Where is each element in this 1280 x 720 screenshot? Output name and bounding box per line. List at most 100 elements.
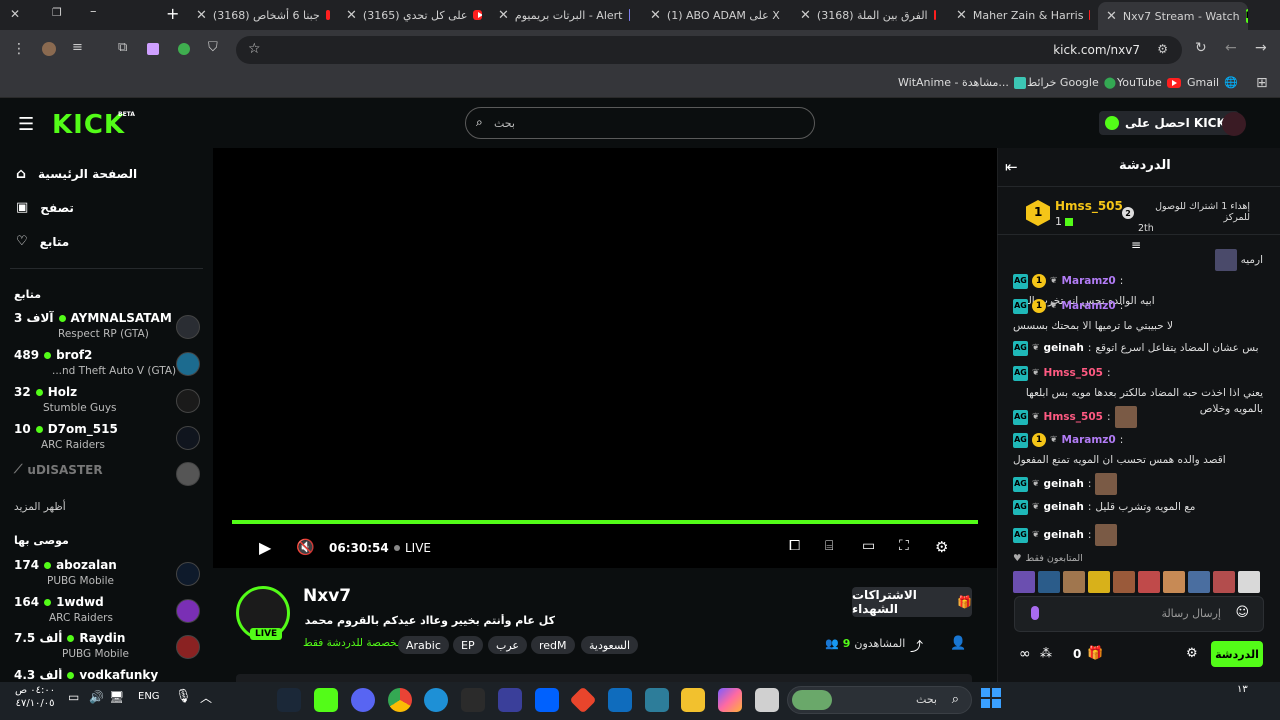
tag[interactable]: السعودية bbox=[581, 636, 639, 654]
windows-start-icon[interactable] bbox=[981, 688, 1001, 708]
sidebar-item-home[interactable]: ⌂ الصفحة الرئيسية bbox=[16, 166, 137, 182]
volume-icon[interactable]: 🔊 bbox=[89, 690, 104, 704]
bookmark-gmail[interactable]: Gmail 🌐 bbox=[1187, 76, 1238, 89]
kick-logo[interactable]: KICK bbox=[52, 110, 125, 140]
close-tab-icon[interactable]: ✕ bbox=[498, 8, 509, 23]
close-tab-icon[interactable]: ✕ bbox=[956, 8, 967, 23]
dropbox-icon[interactable] bbox=[535, 688, 559, 712]
chat-send-button[interactable]: الدردشة bbox=[1211, 641, 1263, 667]
mic-icon[interactable] bbox=[1031, 606, 1039, 620]
avatar[interactable] bbox=[42, 42, 56, 56]
chat-settings-icon[interactable]: ⚙ bbox=[1186, 646, 1198, 661]
channel-item[interactable]: 32 Holz Stumble Guys bbox=[14, 385, 200, 419]
user-avatar[interactable] bbox=[1222, 112, 1246, 136]
tab-6[interactable]: ✕ Maher Zain & Harris bbox=[956, 4, 1090, 26]
chat-username[interactable]: geinah bbox=[1044, 499, 1084, 515]
chat-username[interactable]: geinah bbox=[1044, 340, 1084, 356]
clip-button[interactable]: ⌸ bbox=[825, 538, 833, 554]
battery-icon[interactable]: ▭ bbox=[68, 690, 79, 704]
language-indicator[interactable]: ENG bbox=[138, 691, 160, 702]
chat-username[interactable]: Hmss_505 bbox=[1044, 409, 1103, 425]
store-icon[interactable] bbox=[645, 688, 669, 712]
chat-username[interactable]: Hmss_505 bbox=[1044, 365, 1103, 381]
chrome-icon[interactable] bbox=[388, 688, 412, 712]
pip-button[interactable]: ⧠ bbox=[789, 538, 800, 554]
emote-icon[interactable] bbox=[1038, 571, 1060, 593]
tab-3[interactable]: ✕ البرتات بريميوم - Alert bbox=[498, 4, 630, 26]
tab-1[interactable]: ✕ (3168) جبنا 6 أشخاص bbox=[196, 4, 330, 26]
video-player[interactable] bbox=[213, 148, 997, 568]
steam-icon[interactable] bbox=[277, 688, 301, 712]
channel-item-offline[interactable]: ⟋ uDISASTER bbox=[14, 462, 200, 496]
omnibox[interactable]: ☆ kick.com/nxv7 ⚙ bbox=[236, 36, 1182, 64]
channel-item[interactable]: 10 D7om_515 ARC Raiders bbox=[14, 422, 200, 456]
edge-icon[interactable] bbox=[424, 688, 448, 712]
bookmark-maps[interactable]: خرائط Google ⬤ bbox=[1027, 76, 1116, 89]
app-icon[interactable] bbox=[498, 688, 522, 712]
discord-icon[interactable] bbox=[351, 688, 375, 712]
emote-icon[interactable] bbox=[1188, 571, 1210, 593]
channel-item[interactable]: 4.3 ألف vodkafunky bbox=[14, 668, 200, 682]
chat-username[interactable]: Maramz0 bbox=[1062, 432, 1116, 448]
channel-item[interactable]: 3 آلاف AYMNALSATAM Respect RP (GTA) bbox=[14, 311, 200, 345]
channel-item[interactable]: 174 abozalan PUBG Mobile bbox=[14, 558, 200, 592]
bookmark-witanime[interactable]: WitAnime - مشاهدة... bbox=[898, 76, 1026, 89]
url-text[interactable]: kick.com/nxv7 bbox=[1053, 43, 1140, 57]
network-icon[interactable]: 🖥 bbox=[109, 690, 124, 704]
tab-2[interactable]: ✕ (3165) على كل تحدي bbox=[346, 4, 482, 26]
mic-icon[interactable]: 🎙 bbox=[175, 689, 192, 704]
extension-icon[interactable] bbox=[178, 43, 190, 55]
follow-user-icon[interactable]: 👤 bbox=[950, 636, 966, 651]
emoji-icon[interactable]: ☺ bbox=[1235, 605, 1249, 620]
reload-icon[interactable]: ↻ bbox=[1195, 40, 1207, 56]
leader-name[interactable]: Hmss_505 bbox=[1055, 199, 1123, 213]
restore-window-icon[interactable]: ❐ bbox=[52, 6, 62, 19]
tab-4[interactable]: ✕ (1) ABO ADAM على X 𝕏 bbox=[650, 4, 784, 26]
weather-temp[interactable]: ١٣ bbox=[1237, 684, 1248, 695]
close-tab-icon[interactable]: ✕ bbox=[800, 8, 811, 23]
emote-icon[interactable] bbox=[1238, 571, 1260, 593]
chat-username[interactable]: Maramz0 bbox=[1062, 298, 1116, 314]
copilot-icon[interactable] bbox=[718, 688, 742, 712]
search-input[interactable]: بحث ⌕ bbox=[465, 107, 815, 139]
progress-bar[interactable] bbox=[232, 520, 978, 524]
clock[interactable]: ٠٤:٠٠ ص ٤٧/١٠/٠٥ bbox=[15, 684, 55, 710]
chat-username[interactable]: geinah bbox=[1044, 476, 1084, 492]
play-button[interactable]: ▶ bbox=[259, 538, 271, 557]
extensions-icon[interactable]: ⧉ bbox=[118, 40, 127, 55]
outlook-icon[interactable] bbox=[608, 688, 632, 712]
tab-5[interactable]: ✕ (3168) الفرق بين الملة bbox=[800, 4, 936, 26]
back-icon[interactable]: → bbox=[1255, 40, 1267, 56]
settings-button[interactable]: ⚙ bbox=[935, 538, 948, 556]
show-more-link[interactable]: أظهر المزيد bbox=[14, 501, 66, 513]
theater-button[interactable]: ▭ bbox=[862, 538, 875, 554]
channel-name[interactable]: Nxv7 bbox=[303, 586, 351, 606]
channel-item[interactable]: 164 1wdwd ARC Raiders bbox=[14, 595, 200, 629]
chat-username[interactable]: Maramz0 bbox=[1062, 273, 1116, 289]
sidebar-item-browse[interactable]: ▣ تصفح bbox=[16, 200, 74, 215]
fullscreen-button[interactable]: ⛶ bbox=[899, 538, 909, 554]
apps-grid-icon[interactable]: ⊞ bbox=[1256, 75, 1268, 91]
close-tab-icon[interactable]: ✕ bbox=[196, 8, 207, 23]
bookmark-star-icon[interactable]: ☆ bbox=[248, 41, 261, 57]
close-window-icon[interactable]: ✕ bbox=[10, 7, 20, 21]
emote-icon[interactable] bbox=[1163, 571, 1185, 593]
file-explorer-icon[interactable] bbox=[681, 688, 705, 712]
tag[interactable]: عرب bbox=[488, 636, 527, 654]
emote-icon[interactable] bbox=[1088, 571, 1110, 593]
gift-icon[interactable]: 🎁 bbox=[1087, 646, 1103, 661]
chat-input[interactable]: إرسال رسالة ☺ bbox=[1014, 596, 1264, 632]
reading-list-icon[interactable]: ≡ bbox=[72, 40, 83, 55]
extension-icon[interactable] bbox=[147, 43, 159, 55]
sidebar-item-following[interactable]: ♡ متابع bbox=[16, 234, 69, 249]
chat-username[interactable]: geinah bbox=[1044, 527, 1084, 543]
emote-icon[interactable] bbox=[1138, 571, 1160, 593]
taskbar-search[interactable]: بحث ⌕ bbox=[787, 686, 972, 714]
infinity-icon[interactable]: ∞ bbox=[1019, 646, 1031, 662]
kick-app-icon[interactable] bbox=[314, 688, 338, 712]
channel-item[interactable]: 7.5 ألف Raydin PUBG Mobile bbox=[14, 631, 200, 665]
emote-icon[interactable] bbox=[1013, 571, 1035, 593]
collapse-chat-icon[interactable]: ⇤ bbox=[1005, 158, 1018, 176]
emote-icon[interactable] bbox=[1113, 571, 1135, 593]
epic-games-icon[interactable] bbox=[461, 688, 485, 712]
